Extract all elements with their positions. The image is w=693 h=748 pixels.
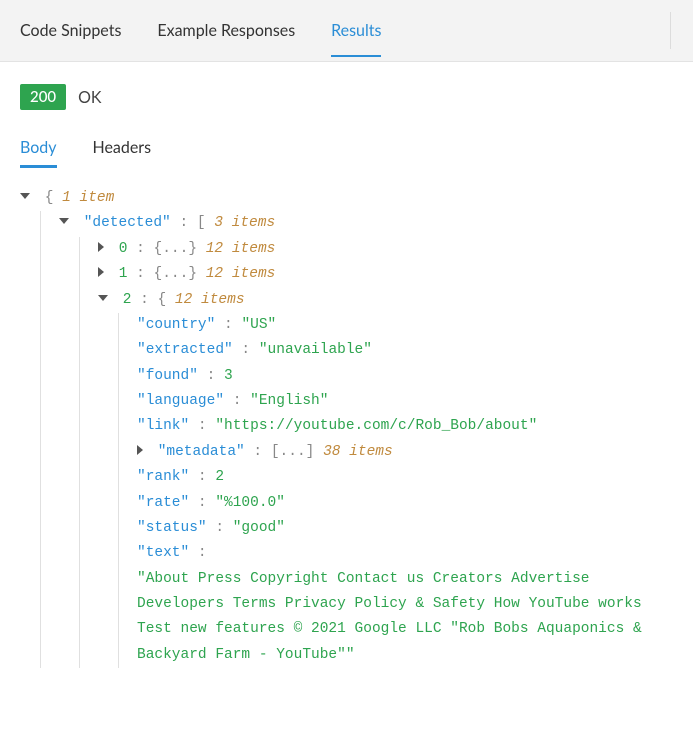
results-panel: 200 OK Body Headers { 1 item "detected" …: [0, 62, 693, 678]
top-separator: [670, 12, 671, 49]
status-text: OK: [78, 88, 101, 107]
tree-row-item-0[interactable]: 0 : {...} 12 items: [98, 237, 673, 262]
item-count: 38 items: [323, 444, 393, 460]
tree-row-language[interactable]: "language" : "English": [137, 389, 673, 414]
bracket-open: [: [197, 215, 206, 231]
tab-example-responses[interactable]: Example Responses: [157, 2, 295, 59]
chevron-down-icon[interactable]: [98, 295, 108, 301]
json-key: "detected": [84, 215, 171, 231]
status-row: 200 OK: [20, 84, 673, 110]
chevron-right-icon[interactable]: [98, 267, 104, 277]
status-code-badge: 200: [20, 84, 66, 110]
tree-row-text[interactable]: "text" : "About Press Copyright Contact …: [137, 541, 673, 668]
tree-row-country[interactable]: "country" : "US": [137, 313, 673, 338]
json-tree: { 1 item "detected" : [ 3 items: [20, 186, 673, 668]
tree-row-metadata[interactable]: "metadata" : [...] 38 items: [137, 440, 673, 465]
tree-row-rate[interactable]: "rate" : "%100.0": [137, 491, 673, 516]
tree-row-item-1[interactable]: 1 : {...} 12 items: [98, 262, 673, 287]
chevron-right-icon[interactable]: [137, 445, 143, 455]
chevron-down-icon[interactable]: [59, 218, 69, 224]
tree-row-link[interactable]: "link" : "https://youtube.com/c/Rob_Bob/…: [137, 414, 673, 439]
tree-row-extracted[interactable]: "extracted" : "unavailable": [137, 338, 673, 363]
item-count: 12 items: [175, 292, 245, 308]
tree-row-item-2[interactable]: 2 : { 12 items: [98, 288, 673, 313]
chevron-down-icon[interactable]: [20, 193, 30, 199]
colon: :: [179, 215, 196, 231]
tree-row-rank[interactable]: "rank" : 2: [137, 465, 673, 490]
tab-results[interactable]: Results: [331, 2, 381, 59]
tree-row-detected[interactable]: "detected" : [ 3 items: [59, 211, 673, 236]
subtab-body[interactable]: Body: [20, 132, 57, 167]
tree-row-found[interactable]: "found" : 3: [137, 364, 673, 389]
tree-row-root[interactable]: { 1 item: [20, 186, 673, 211]
chevron-right-icon[interactable]: [98, 242, 104, 252]
top-tab-bar: Code Snippets Example Responses Results: [0, 0, 693, 62]
brace-open: {: [45, 190, 54, 206]
sub-tab-bar: Body Headers: [20, 132, 673, 168]
item-count: 1 item: [62, 190, 114, 206]
json-index: 1: [119, 266, 128, 282]
item-count: 12 items: [206, 266, 276, 282]
tab-code-snippets[interactable]: Code Snippets: [20, 2, 121, 59]
json-index: 2: [123, 292, 132, 308]
json-index: 0: [119, 241, 128, 257]
item-count: 3 items: [214, 215, 275, 231]
item-count: 12 items: [206, 241, 276, 257]
subtab-headers[interactable]: Headers: [93, 132, 151, 167]
tree-row-status[interactable]: "status" : "good": [137, 516, 673, 541]
